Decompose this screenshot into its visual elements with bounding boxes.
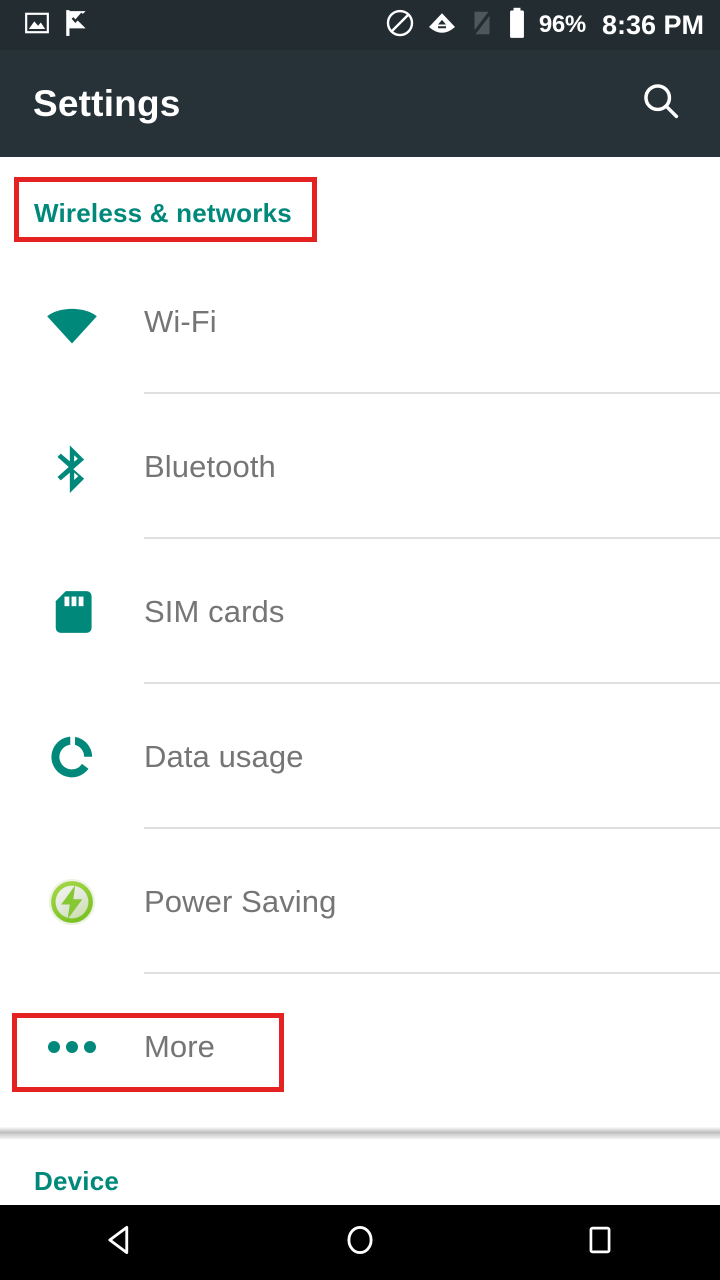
search-icon xyxy=(639,79,683,128)
power-saving-icon xyxy=(0,829,144,974)
signal-off-icon xyxy=(469,8,495,43)
phone-screen: 96% 8:36 PM Settings Wireless & networks xyxy=(0,0,720,1280)
checkmark-flag-icon xyxy=(64,9,90,42)
settings-item-label: SIM cards xyxy=(144,593,285,629)
recents-button[interactable] xyxy=(540,1205,660,1280)
section-separator-band xyxy=(0,1127,720,1139)
settings-item-label: Wi-Fi xyxy=(144,303,217,339)
app-bar: Settings xyxy=(0,50,720,157)
recents-icon xyxy=(583,1223,617,1262)
do-not-disturb-icon xyxy=(385,8,415,43)
image-icon xyxy=(24,10,50,41)
section-header-label: Wireless & networks xyxy=(34,197,292,228)
settings-item-power-saving[interactable]: Power Saving xyxy=(0,829,720,974)
wifi-icon xyxy=(0,249,144,394)
settings-item-label: Bluetooth xyxy=(144,448,276,484)
page-title: Settings xyxy=(33,82,181,124)
settings-item-data-usage[interactable]: Data usage xyxy=(0,684,720,829)
section-header-label: Device xyxy=(34,1165,120,1196)
section-header-wireless-networks: Wireless & networks xyxy=(0,177,720,249)
settings-item-sim-cards[interactable]: SIM cards xyxy=(0,539,720,684)
settings-item-label: More xyxy=(144,1028,216,1064)
data-usage-icon xyxy=(0,684,144,829)
status-bar-system-icons: 96% 8:36 PM xyxy=(385,7,704,44)
section-separator xyxy=(0,1119,720,1145)
home-button[interactable] xyxy=(300,1205,420,1280)
settings-item-bluetooth[interactable]: Bluetooth xyxy=(0,394,720,539)
clock-label: 8:36 PM xyxy=(601,9,704,40)
settings-item-label: Data usage xyxy=(144,738,304,774)
more-dots-icon xyxy=(0,974,144,1119)
settings-item-wifi[interactable]: Wi-Fi xyxy=(0,249,720,394)
search-button[interactable] xyxy=(628,71,694,137)
settings-list[interactable]: Wireless & networks Wi-Fi Bluetooth SIM … xyxy=(0,157,720,1280)
status-bar: 96% 8:36 PM xyxy=(0,0,720,50)
app-bar-actions xyxy=(628,50,694,157)
bluetooth-icon xyxy=(0,394,144,539)
battery-icon xyxy=(507,7,527,44)
battery-percent-label: 96% xyxy=(538,11,586,38)
settings-item-more[interactable]: More xyxy=(0,974,720,1119)
sim-card-icon xyxy=(0,539,144,684)
home-icon xyxy=(342,1222,378,1263)
navigation-bar xyxy=(0,1205,720,1280)
settings-item-label: Power Saving xyxy=(144,883,337,919)
back-icon xyxy=(102,1222,138,1263)
status-bar-notifications xyxy=(24,9,90,42)
wifi-icon xyxy=(427,8,457,43)
back-button[interactable] xyxy=(60,1205,180,1280)
